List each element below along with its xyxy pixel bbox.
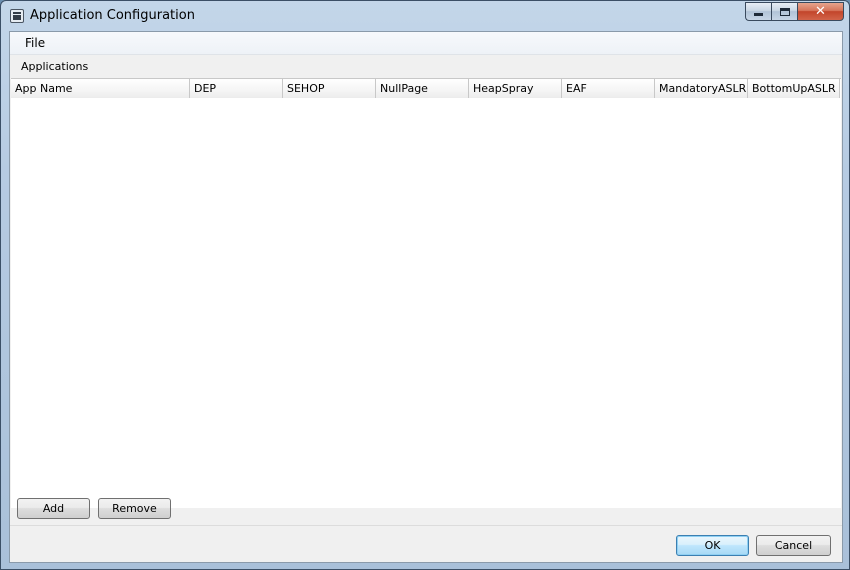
maximize-button[interactable] — [771, 2, 797, 21]
maximize-icon — [779, 7, 790, 16]
column-header-heapspray[interactable]: HeapSpray — [469, 79, 562, 98]
app-icon[interactable] — [10, 9, 24, 23]
column-header-dep[interactable]: DEP — [190, 79, 283, 98]
minimize-icon — [754, 13, 763, 16]
applications-grid[interactable]: App Name DEP SEHOP NullPage HeapSpray EA… — [11, 78, 841, 508]
footer-divider — [10, 525, 842, 526]
column-header-sehop[interactable]: SEHOP — [283, 79, 376, 98]
column-header-eaf[interactable]: EAF — [562, 79, 655, 98]
add-button[interactable]: Add — [17, 498, 90, 519]
title-bar[interactable]: Application Configuration ✕ — [1, 1, 849, 30]
app-config-window: Application Configuration ✕ File Applica… — [0, 0, 850, 570]
window-title: Application Configuration — [30, 8, 195, 23]
caption-buttons: ✕ — [745, 2, 844, 21]
cancel-button[interactable]: Cancel — [756, 535, 831, 556]
applications-label: Applications — [21, 60, 89, 73]
grid-header: App Name DEP SEHOP NullPage HeapSpray EA… — [11, 79, 840, 98]
remove-button[interactable]: Remove — [98, 498, 171, 519]
column-header-bottomup-aslr[interactable]: BottomUpASLR — [748, 79, 840, 98]
column-header-app-name[interactable]: App Name — [11, 79, 190, 98]
menu-file[interactable]: File — [19, 35, 51, 52]
close-button[interactable]: ✕ — [797, 2, 844, 21]
column-header-mandatory-aslr[interactable]: MandatoryASLR — [655, 79, 748, 98]
column-header-nullpage[interactable]: NullPage — [376, 79, 469, 98]
close-icon: ✕ — [815, 4, 826, 19]
client-area: File Applications App Name DEP SEHOP Nul… — [9, 31, 843, 563]
menu-bar: File — [10, 32, 842, 55]
ok-button[interactable]: OK — [676, 535, 749, 556]
minimize-button[interactable] — [745, 2, 771, 21]
